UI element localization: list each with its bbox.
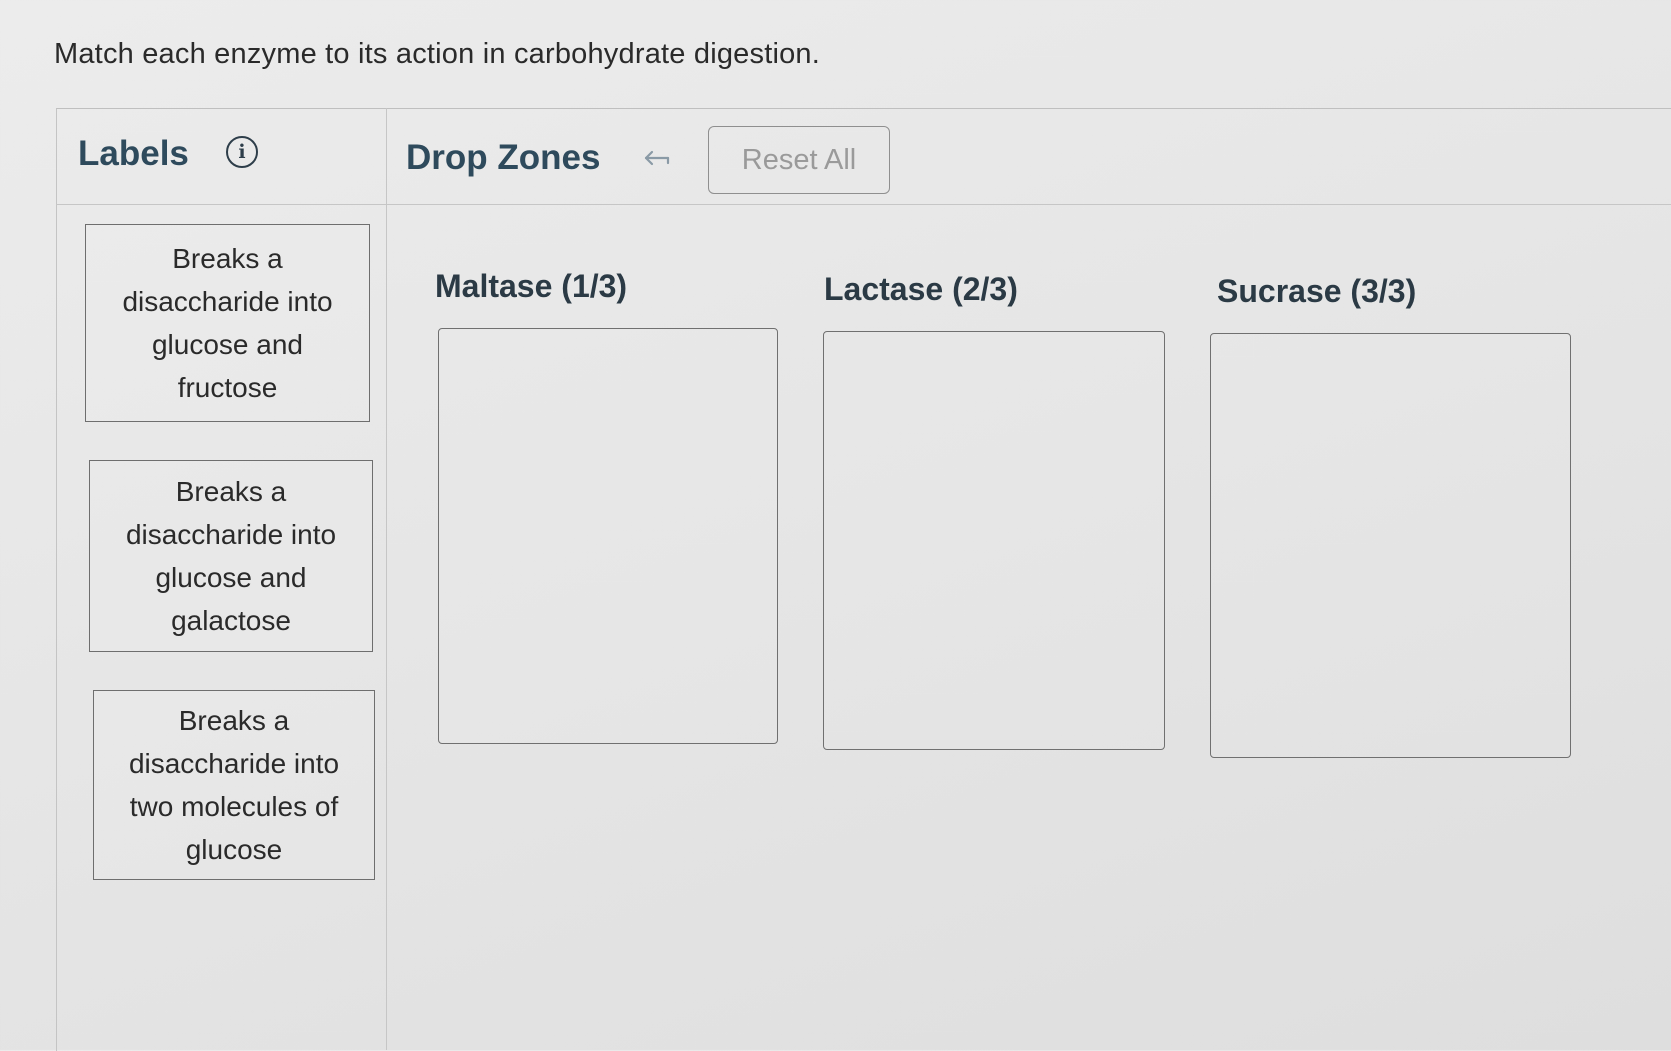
label-card-glucose-galactose[interactable]: Breaks a disaccharide into glucose and g… xyxy=(89,460,373,652)
drop-zone-sucrase[interactable] xyxy=(1210,333,1571,758)
question-prompt: Match each enzyme to its action in carbo… xyxy=(54,38,821,70)
reset-all-button[interactable]: Reset All xyxy=(708,126,890,194)
header-divider xyxy=(56,204,1671,205)
label-card-glucose-fructose[interactable]: Breaks a disaccharide into glucose and f… xyxy=(85,224,370,422)
label-card-two-glucose[interactable]: Breaks a disaccharide into two molecules… xyxy=(93,690,375,880)
labels-heading: Labels xyxy=(78,134,189,173)
drop-zones-heading: Drop Zones xyxy=(406,138,601,177)
drop-zone-title-sucrase: Sucrase (3/3) xyxy=(1217,273,1417,309)
drop-zone-title-lactase: Lactase (2/3) xyxy=(824,271,1018,307)
drop-zone-title-maltase: Maltase (1/3) xyxy=(435,268,628,304)
info-icon[interactable]: i xyxy=(226,136,258,168)
label-card-text: Breaks a disaccharide into glucose and g… xyxy=(125,476,337,636)
column-divider xyxy=(386,108,387,1050)
drop-zone-maltase[interactable] xyxy=(438,328,778,744)
label-card-text: Breaks a disaccharide into two molecules… xyxy=(128,705,340,865)
drop-zone-lactase[interactable] xyxy=(823,331,1165,750)
undo-arrow-icon[interactable] xyxy=(640,144,674,174)
label-card-text: Breaks a disaccharide into glucose and f… xyxy=(122,243,333,403)
